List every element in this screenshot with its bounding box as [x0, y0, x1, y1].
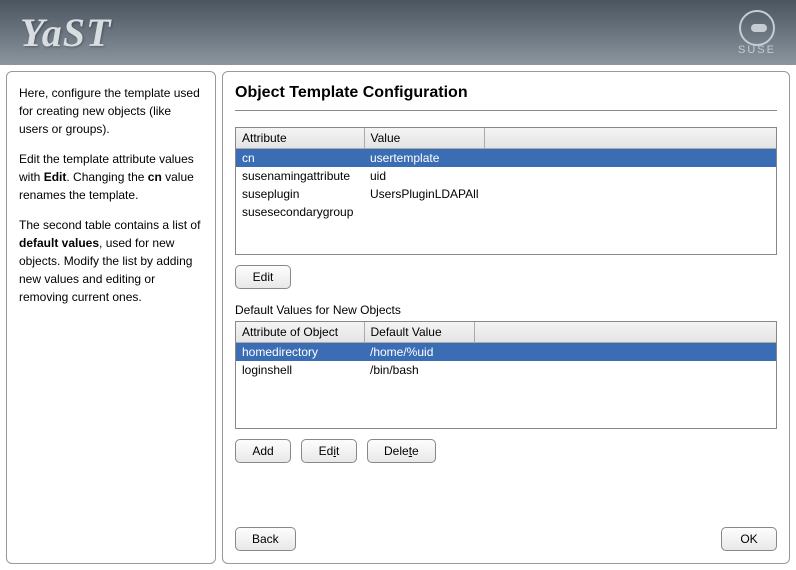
app-header: YaST SUSE: [0, 0, 796, 65]
attributes-table-wrap[interactable]: Attribute Value cnusertemplatesusenaming…: [235, 127, 777, 255]
help-p3: The second table contains a list of defa…: [19, 216, 203, 306]
main-panel: Object Template Configuration Attribute …: [222, 71, 790, 564]
col-attr-object[interactable]: Attribute of Object: [236, 322, 364, 343]
cell-attr: suseplugin: [236, 185, 364, 203]
cell-val: uid: [364, 167, 485, 185]
col-default-value[interactable]: Default Value: [364, 322, 474, 343]
cell-attr: susenamingattribute: [236, 167, 364, 185]
cell-val: UsersPluginLDAPAll: [364, 185, 485, 203]
col-filler2: [474, 322, 776, 343]
table-row[interactable]: susepluginUsersPluginLDAPAll: [236, 185, 776, 203]
yast-logo: YaST: [20, 9, 111, 56]
suse-icon: [739, 10, 775, 46]
col-value[interactable]: Value: [364, 128, 485, 149]
defaults-table: Attribute of Object Default Value homedi…: [236, 322, 776, 379]
suse-logo: SUSE: [738, 10, 776, 56]
cell-val: usertemplate: [364, 149, 485, 168]
col-filler: [485, 128, 777, 149]
defaults-table-wrap[interactable]: Attribute of Object Default Value homedi…: [235, 321, 777, 429]
help-p2: Edit the template attribute values with …: [19, 150, 203, 204]
cell-attr: susesecondarygroup: [236, 203, 364, 221]
cell-attr: loginshell: [236, 361, 364, 379]
cell-attr: cn: [236, 149, 364, 168]
table-row[interactable]: susenamingattributeuid: [236, 167, 776, 185]
back-button[interactable]: Back: [235, 527, 296, 551]
cell-val: /bin/bash: [364, 361, 474, 379]
delete-button[interactable]: Delete: [367, 439, 436, 463]
title-separator: [235, 110, 777, 111]
help-sidebar: Here, configure the template used for cr…: [6, 71, 216, 564]
col-attribute[interactable]: Attribute: [236, 128, 364, 149]
table-row[interactable]: cnusertemplate: [236, 149, 776, 168]
table-row[interactable]: homedirectory/home/%uid: [236, 343, 776, 362]
help-p1: Here, configure the template used for cr…: [19, 84, 203, 138]
defaults-label: Default Values for New Objects: [235, 303, 777, 317]
edit-attribute-button[interactable]: Edit: [235, 265, 291, 289]
cell-val: [364, 203, 485, 221]
add-button[interactable]: Add: [235, 439, 291, 463]
ok-button[interactable]: OK: [721, 527, 777, 551]
table-row[interactable]: susesecondarygroup: [236, 203, 776, 221]
cell-attr: homedirectory: [236, 343, 364, 362]
attributes-table: Attribute Value cnusertemplatesusenaming…: [236, 128, 776, 221]
table-row[interactable]: loginshell/bin/bash: [236, 361, 776, 379]
page-title: Object Template Configuration: [235, 84, 777, 102]
cell-val: /home/%uid: [364, 343, 474, 362]
edit-default-button[interactable]: Edit: [301, 439, 357, 463]
